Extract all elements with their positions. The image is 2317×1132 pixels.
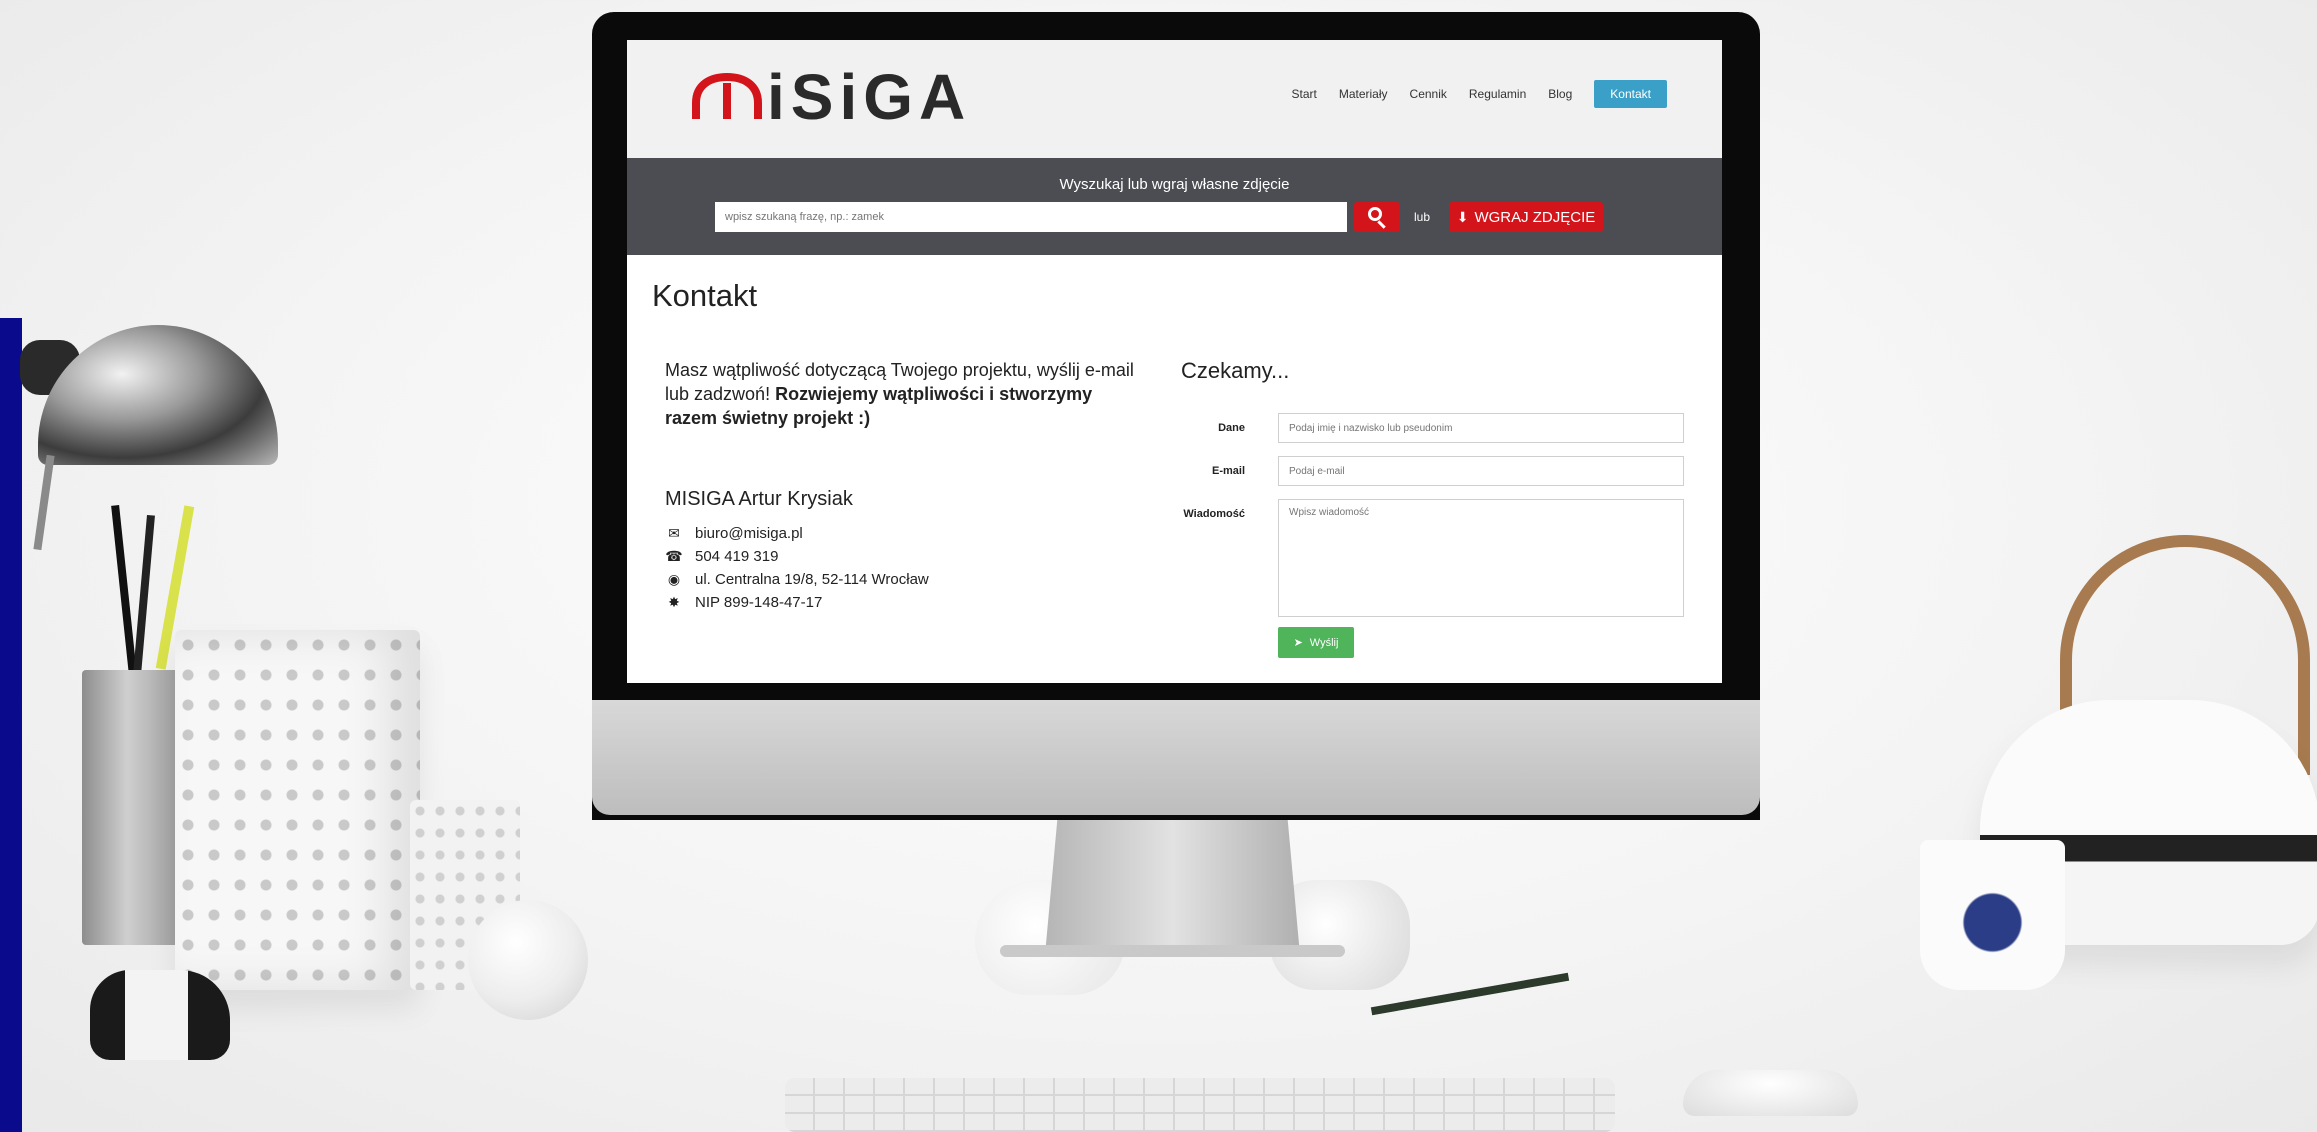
contact-list: ✉ biuro@misiga.pl ☎ 504 419 319 ◉ ul. Ce… (665, 522, 929, 614)
intro-text: Masz wątpliwość dotyczącą Twojego projek… (665, 358, 1145, 430)
search-icon-handle (1377, 220, 1386, 229)
name-label: Dane (1218, 422, 1245, 434)
search-caption: Wyszukaj lub wgraj własne zdjęcie (1059, 176, 1290, 193)
download-icon: ⬇ (1456, 208, 1469, 225)
logo-mark-icon (692, 73, 762, 119)
pencil (111, 505, 137, 675)
nav-materialy[interactable]: Materiały (1339, 81, 1388, 107)
imac-stand-base (1000, 945, 1345, 957)
search-icon (1368, 207, 1382, 221)
keyboard (785, 1078, 1615, 1132)
email-field[interactable] (1278, 456, 1684, 486)
nav-blog[interactable]: Blog (1548, 81, 1572, 107)
email-label: E-mail (1211, 465, 1245, 477)
phone-icon: ☎ (665, 548, 683, 564)
certificate-icon: ✸ (668, 594, 680, 610)
search-input[interactable] (715, 202, 1347, 232)
perforated-holder (175, 630, 420, 990)
glass-ball (468, 900, 588, 1020)
form-title: Czekamy... (1181, 358, 1290, 383)
imac-stand (1045, 815, 1300, 955)
message-field[interactable] (1278, 499, 1684, 617)
search-band: Wyszukaj lub wgraj własne zdjęcie lub ⬇ … (627, 158, 1722, 255)
mouse (1683, 1070, 1858, 1116)
search-button[interactable] (1354, 202, 1400, 232)
contact-value[interactable]: biuro@misiga.pl (695, 525, 803, 542)
message-label: Wiadomość (1183, 508, 1245, 520)
or-label: lub (1414, 210, 1431, 224)
logo-text[interactable]: iSiGA (767, 62, 971, 132)
panda-figurine (90, 970, 230, 1060)
company-name: MISIGA Artur Krysiak (665, 488, 853, 510)
main-nav: Start Materiały Cennik Regulamin Blog Ko… (1292, 80, 1667, 108)
send-icon: ➤ (1293, 637, 1303, 649)
site-header: iSiGA Start Materiały Cennik Regulamin B… (627, 40, 1722, 158)
apple-logo-icon (1155, 728, 1199, 782)
nav-start[interactable]: Start (1292, 81, 1317, 107)
send-label: Wyślij (1309, 636, 1339, 649)
globe-icon: ◉ (667, 571, 681, 587)
nav-kontakt[interactable]: Kontakt (1594, 80, 1667, 108)
contact-value: NIP 899-148-47-17 (695, 594, 823, 611)
pencil-cup (82, 670, 182, 945)
tea-cup (1920, 840, 2065, 990)
contact-address: ◉ ul. Centralna 19/8, 52-114 Wrocław (665, 568, 929, 591)
contact-phone[interactable]: ☎ 504 419 319 (665, 545, 929, 568)
website-screen: iSiGA Start Materiały Cennik Regulamin B… (627, 40, 1722, 683)
contact-value[interactable]: 504 419 319 (695, 548, 778, 565)
page-title: Kontakt (652, 278, 758, 313)
contact-email[interactable]: ✉ biuro@misiga.pl (665, 522, 929, 545)
envelope-icon: ✉ (668, 525, 680, 541)
upload-photo-label: WGRAJ ZDJĘCIE (1474, 208, 1596, 226)
nav-cennik[interactable]: Cennik (1410, 81, 1447, 107)
desk-lamp-arm (33, 454, 55, 551)
desk-pencil (1370, 972, 1570, 1016)
name-field[interactable] (1278, 413, 1684, 443)
left-accent-strip (0, 318, 22, 1132)
contact-nip: ✸ NIP 899-148-47-17 (665, 591, 929, 614)
pencil (133, 514, 155, 676)
send-button[interactable]: ➤ Wyślij (1278, 627, 1354, 658)
nav-regulamin[interactable]: Regulamin (1469, 81, 1526, 107)
contact-value: ul. Centralna 19/8, 52-114 Wrocław (695, 571, 929, 588)
upload-photo-button[interactable]: ⬇ WGRAJ ZDJĘCIE (1449, 202, 1603, 232)
